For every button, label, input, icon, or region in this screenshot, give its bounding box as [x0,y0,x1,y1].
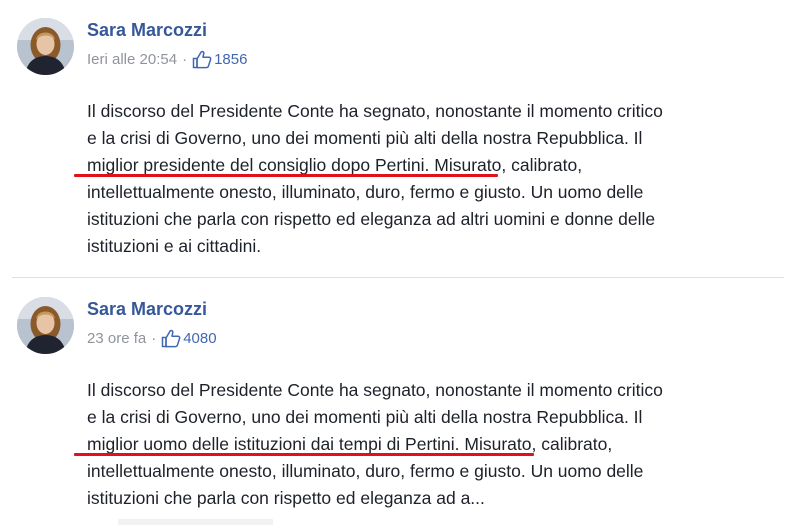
meta-separator: · [151,330,157,347]
cropped-element [118,519,273,525]
post-text: Il discorso del Presidente Conte ha segn… [87,98,792,260]
profile-photo-icon [17,18,74,75]
like-count[interactable]: 1856 [214,51,247,68]
profile-photo-icon [17,297,74,354]
post-text-line: e la crisi di Governo, uno dei momenti p… [87,128,643,148]
post-text-line-truncated[interactable]: istituzioni che parla con rispetto ed el… [87,485,792,512]
red-underline-annotation [74,453,534,456]
author-name[interactable]: Sara Marcozzi [87,20,207,41]
post-timestamp[interactable]: 23 ore fa [87,330,146,347]
thumbs-up-icon[interactable] [161,329,181,348]
post-meta: 23 ore fa · 4080 [87,329,217,348]
post-text-line: istituzioni che parla con rispetto ed el… [87,209,656,229]
post-timestamp[interactable]: Ieri alle 20:54 [87,51,177,68]
post-text-line: Il discorso del Presidente Conte ha segn… [87,101,663,121]
post-text-line: intellettualmente onesto, illuminato, du… [87,461,644,481]
post-text-line: Il discorso del Presidente Conte ha segn… [87,380,663,400]
post-meta: Ieri alle 20:54 · 1856 [87,50,247,69]
post-text-line: istituzioni e ai cittadini. [87,236,262,256]
avatar[interactable] [17,18,74,75]
post-divider [12,277,784,278]
red-underline-annotation [74,174,498,177]
like-count[interactable]: 4080 [183,330,216,347]
meta-separator: · [182,51,188,68]
post-text: Il discorso del Presidente Conte ha segn… [87,377,792,512]
author-name[interactable]: Sara Marcozzi [87,299,207,320]
post-text-line: e la crisi di Governo, uno dei momenti p… [87,407,643,427]
post-card: Sara Marcozzi Ieri alle 20:54 · 1856 Il … [0,0,800,278]
thumbs-up-icon[interactable] [192,50,212,69]
post-text-line: intellettualmente onesto, illuminato, du… [87,182,644,202]
post-card: Sara Marcozzi 23 ore fa · 4080 Il discor… [0,279,800,525]
avatar[interactable] [17,297,74,354]
